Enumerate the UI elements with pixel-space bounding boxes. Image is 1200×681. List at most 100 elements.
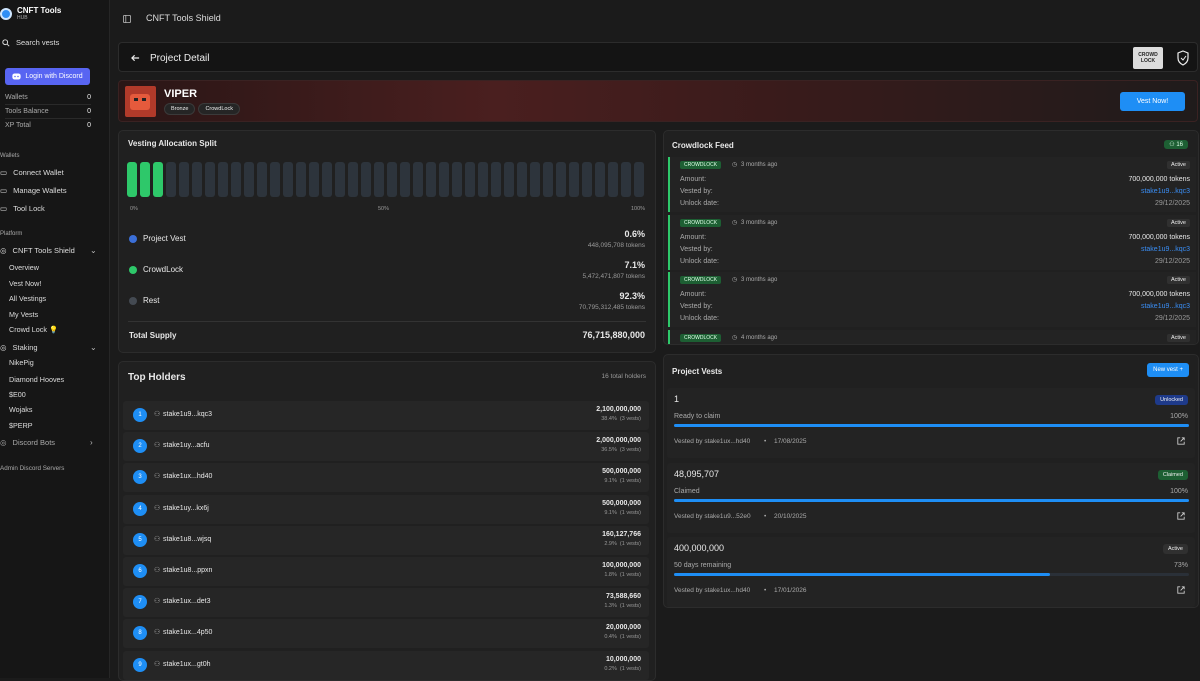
table-row[interactable]: 8 ⚇ stake1ux...4p50 20,000,000 0.4% (1 v… xyxy=(123,619,649,649)
back-arrow-icon[interactable] xyxy=(131,54,140,62)
unlock-date: 29/12/2025 xyxy=(1154,315,1190,322)
rank-badge: 9 xyxy=(133,657,147,672)
feed-item[interactable]: CROWDLOCK ◷ 3 months ago Active Amount: … xyxy=(668,272,1196,327)
vested-by-link[interactable]: stake1u9...kqc3 xyxy=(1141,188,1190,195)
nav-label: Staking xyxy=(12,343,38,352)
logo-icon xyxy=(0,7,12,20)
nav-cnft-tools-shield[interactable]: ◎ CNFT Tools Shield xyxy=(0,246,75,255)
table-row[interactable]: 9 ⚇ stake1ux...gt0h 10,000,000 0.2% (1 v… xyxy=(123,650,649,680)
table-row[interactable]: 5 ⚇ stake1u8...wjsq 160,127,766 2.9% (1 … xyxy=(123,525,649,555)
vested-by-label: Vested by: xyxy=(680,245,713,253)
vested-by-link[interactable]: stake1u9...kqc3 xyxy=(1141,303,1190,310)
vest-card[interactable]: 48,095,707 Claimed Claimed 100% Vested b… xyxy=(667,462,1195,533)
table-row[interactable]: 3 ⚇ stake1ux...hd40 500,000,000 9.1% (1 … xyxy=(123,463,649,493)
legend-dot xyxy=(129,297,137,305)
rank-badge: 6 xyxy=(133,564,147,578)
scale-0: 0% xyxy=(130,206,138,212)
user-icon: ⚇ xyxy=(154,504,161,512)
nav-label: Discord Bots xyxy=(12,438,56,447)
nav-all-vestings[interactable]: All Vestings xyxy=(9,294,46,303)
table-row[interactable]: 6 ⚇ stake1u8...ppxn 100,000,000 1.8% (1 … xyxy=(123,557,649,586)
allocation-bar-empty xyxy=(257,162,267,197)
sidebar-toggle-icon[interactable] xyxy=(123,15,131,23)
holder-meta: 36.5% (3 vests) xyxy=(601,447,641,454)
feed-item[interactable]: CROWDLOCK ◷ 4 months ago Active xyxy=(668,329,1196,344)
allocation-bar-empty xyxy=(426,162,436,197)
allocation-bar-empty xyxy=(582,162,592,197)
vest-progress-pct: 73% xyxy=(1173,562,1188,569)
table-row[interactable]: 2 ⚇ stake1uy...acfu 2,000,000,000 36.5% … xyxy=(123,432,649,462)
allocation-row-tokens: 5,472,471,807 tokens xyxy=(582,273,645,280)
feed-amount: 700,000,000 tokens xyxy=(1128,291,1191,298)
login-discord-button[interactable]: Login with Discord xyxy=(5,68,90,85)
user-icon: ⚇ xyxy=(154,535,161,543)
project-vests-panel: Project Vests New vest + 1 Unlocked Read… xyxy=(663,354,1199,608)
allocation-bar-empty xyxy=(608,162,618,197)
allocation-bar-empty xyxy=(595,162,605,197)
nav-manage-wallets[interactable]: ▭ Manage Wallets xyxy=(0,186,67,195)
table-row[interactable]: 7 ⚇ stake1ux...det3 73,588,660 1.3% (1 v… xyxy=(123,588,649,618)
vest-date: 20/10/2025 xyxy=(774,512,807,520)
stat-value: 0 xyxy=(87,94,91,101)
status-badge: Active xyxy=(1167,218,1190,227)
external-link-icon[interactable] xyxy=(1177,511,1185,520)
vested-by-link[interactable]: stake1u9...kqc3 xyxy=(1141,246,1190,253)
nav-staking[interactable]: ◎ Staking xyxy=(0,343,38,352)
shield-logo-icon xyxy=(1177,50,1189,66)
vest-progress-label: Ready to claim xyxy=(674,413,721,420)
allocation-bar-empty xyxy=(374,162,384,197)
allocation-bar-empty xyxy=(621,162,631,197)
nav-my-vests[interactable]: My Vests xyxy=(9,310,38,319)
bot-icon: ◎ xyxy=(0,438,7,447)
nav-crowd-lock[interactable]: Crowd Lock 💡 xyxy=(9,325,58,334)
nav-label: CNFT Tools Shield xyxy=(12,246,75,255)
app-logo[interactable]: CNFT Tools HUB xyxy=(0,6,61,21)
nav-wojaks[interactable]: Wojaks xyxy=(9,405,32,414)
allocation-bar-empty xyxy=(504,162,514,197)
chevron-down-icon[interactable]: ⌄ xyxy=(90,343,97,352)
nav-perp[interactable]: $PERP xyxy=(9,421,33,430)
lock-icon: ▭ xyxy=(0,204,8,213)
allocation-bar-empty xyxy=(556,162,566,197)
allocation-row-pct: 0.6% xyxy=(624,229,645,239)
external-link-icon[interactable] xyxy=(1177,586,1185,594)
search-vests[interactable]: Search vests xyxy=(2,38,59,47)
allocation-row-name: Project Vest xyxy=(143,234,186,243)
nav-overview[interactable]: Overview xyxy=(9,263,39,272)
vest-card[interactable]: 1 Unlocked Ready to claim 100% Vested by… xyxy=(667,388,1195,458)
nav-e00[interactable]: $E00 xyxy=(9,390,26,399)
user-icon: ⚇ xyxy=(154,598,161,606)
separator-dot: • xyxy=(764,438,767,445)
feed-item[interactable]: CROWDLOCK ◷ 3 months ago Active Amount: … xyxy=(668,214,1196,270)
scale-50: 50% xyxy=(378,206,390,212)
rank-badge: 5 xyxy=(133,532,147,547)
users-icon: ⚇ xyxy=(1169,142,1175,148)
vest-now-button[interactable]: Vest Now! xyxy=(1120,92,1185,111)
chevron-down-icon[interactable]: ⌄ xyxy=(90,246,97,255)
nav-tool-lock[interactable]: ▭ Tool Lock xyxy=(0,204,45,213)
nav-discord-bots[interactable]: ◎ Discord Bots xyxy=(0,438,55,447)
divider xyxy=(5,118,91,119)
nav-connect-wallet[interactable]: ▭ Connect Wallet xyxy=(0,168,64,177)
table-row[interactable]: 4 ⚇ stake1uy...kx6j 500,000,000 9.1% (1 … xyxy=(123,494,649,524)
allocation-row-pct: 92.3% xyxy=(619,291,645,301)
allocation-panel: Vesting Allocation Split 0% 50% 100% Pro… xyxy=(118,130,656,353)
chevron-right-icon[interactable]: › xyxy=(90,438,93,447)
allocation-bar-empty xyxy=(270,162,280,197)
external-link-icon[interactable] xyxy=(1177,437,1185,445)
nav-vest-now[interactable]: Vest Now! xyxy=(9,279,41,288)
nav-label: Manage Wallets xyxy=(13,186,67,195)
vest-card[interactable]: 400,000,000 Active 50 days remaining 73%… xyxy=(667,537,1195,607)
tag-tier: Bronze xyxy=(164,103,196,115)
new-vest-button[interactable]: New vest + xyxy=(1147,363,1189,377)
vest-date: 17/01/2026 xyxy=(774,587,807,594)
feed-item[interactable]: CROWDLOCK ◷ 3 months ago Active Amount: … xyxy=(668,157,1196,212)
nav-diamond-hooves[interactable]: Diamond Hooves xyxy=(9,375,64,384)
admin-discord-servers[interactable]: Admin Discord Servers xyxy=(0,465,64,472)
project-detail-header: Project Detail CROWD LOCK xyxy=(118,42,1198,72)
vest-progress-bar xyxy=(674,498,1189,502)
nav-nikepig[interactable]: NikePig xyxy=(9,358,34,367)
crowdlock-logo: CROWD LOCK xyxy=(1133,47,1163,69)
table-row[interactable]: 1 ⚇ stake1u9...kqc3 2,100,000,000 38.4% … xyxy=(123,401,649,430)
vest-amount: 1 xyxy=(674,394,680,404)
